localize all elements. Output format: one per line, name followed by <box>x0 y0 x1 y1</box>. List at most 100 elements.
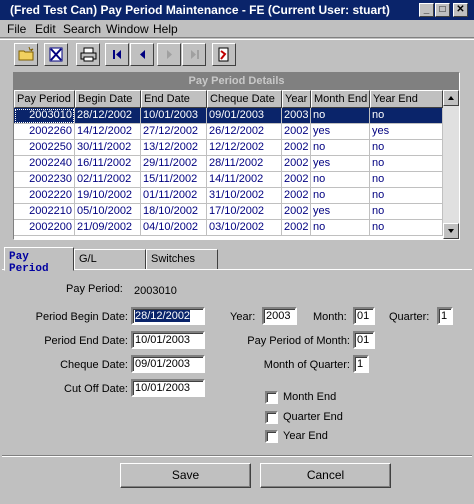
year-end-checkbox[interactable] <box>265 430 278 443</box>
print-icon[interactable] <box>76 43 100 66</box>
table-cell: 2002200 <box>14 220 75 236</box>
table-row[interactable]: 2003010 28/12/2002 10/01/2003 09/01/2003 200… <box>14 108 443 124</box>
column-header-cheque-date[interactable]: Cheque Date <box>207 90 282 108</box>
month-end-checkbox[interactable] <box>265 391 278 404</box>
window-title: (Fred Test Can) Pay Period Maintenance -… <box>10 3 390 17</box>
last-record-icon <box>182 43 206 66</box>
table-cell: 04/10/2002 <box>141 220 207 236</box>
end-date-label: Period End Date: <box>44 335 128 347</box>
minimize-button[interactable]: _ <box>419 3 434 17</box>
menu-file[interactable]: File <box>7 22 26 36</box>
table-cell: 2002240 <box>14 156 75 172</box>
table-cell: no <box>370 108 443 124</box>
first-record-icon[interactable] <box>105 43 129 66</box>
table-cell: 2002 <box>282 172 311 188</box>
table-cell: 09/01/2003 <box>207 108 282 124</box>
exit-icon[interactable] <box>212 43 236 66</box>
scroll-down-button[interactable] <box>443 223 459 239</box>
table-cell: 2002 <box>282 140 311 156</box>
table-cell: 2002 <box>282 124 311 140</box>
month-field[interactable]: 01 <box>353 307 375 325</box>
table-cell: no <box>370 172 443 188</box>
column-header-end-date[interactable]: End Date <box>141 90 207 108</box>
tab-switches[interactable]: Switches <box>146 249 218 270</box>
quarter-label: Quarter: <box>389 311 430 323</box>
month-of-quarter-field[interactable]: 1 <box>353 355 369 373</box>
table-cell: no <box>370 140 443 156</box>
table-row[interactable]: 2002240 16/11/2002 29/11/2002 28/11/2002 200… <box>14 156 443 172</box>
cheque-date-label: Cheque Date: <box>60 359 128 371</box>
grid-caption: Pay Period Details <box>14 73 459 90</box>
table-cell: 19/10/2002 <box>75 188 141 204</box>
delete-icon[interactable] <box>44 43 68 66</box>
toolbar <box>0 39 474 69</box>
column-header-month-end[interactable]: Month End <box>311 90 370 108</box>
table-cell: no <box>370 220 443 236</box>
table-row[interactable]: 2002260 14/12/2002 27/12/2002 26/12/2002 200… <box>14 124 443 140</box>
table-cell: no <box>370 204 443 220</box>
table-cell: 2002 <box>282 156 311 172</box>
table-cell: 28/12/2002 <box>75 108 141 124</box>
column-header-pay-period[interactable]: Pay Period <box>14 90 75 108</box>
table-cell: 2003010 <box>14 108 75 124</box>
pay-period-value: 2003010 <box>134 285 177 297</box>
quarter-end-checkbox[interactable] <box>265 411 278 424</box>
table-cell: 17/10/2002 <box>207 204 282 220</box>
grid-header: Pay Period Begin Date End Date Cheque Da… <box>14 90 443 108</box>
quarter-field[interactable]: 1 <box>437 307 453 325</box>
table-row[interactable]: 2002200 21/09/2002 04/10/2002 03/10/2002 200… <box>14 220 443 236</box>
pay-period-label: Pay Period: <box>66 283 123 295</box>
menu-edit[interactable]: Edit <box>35 22 56 36</box>
year-field[interactable]: 2003 <box>262 307 297 325</box>
table-cell: 15/11/2002 <box>141 172 207 188</box>
table-cell: 16/11/2002 <box>75 156 141 172</box>
table-cell: 02/11/2002 <box>75 172 141 188</box>
table-row[interactable]: 2002220 19/10/2002 01/11/2002 31/10/2002 200… <box>14 188 443 204</box>
menu-window[interactable]: Window <box>106 22 149 36</box>
begin-date-label: Period Begin Date: <box>35 311 128 323</box>
table-cell: yes <box>311 124 370 140</box>
begin-date-field[interactable]: 28/12/2002 <box>131 307 205 325</box>
menu-bar: File Edit Search Window Help <box>0 20 474 38</box>
table-cell: 29/11/2002 <box>141 156 207 172</box>
table-row[interactable]: 2002230 02/11/2002 15/11/2002 14/11/2002 200… <box>14 172 443 188</box>
save-button[interactable]: Save <box>120 463 251 488</box>
table-cell: 12/12/2002 <box>207 140 282 156</box>
pay-period-of-month-field[interactable]: 01 <box>353 331 375 349</box>
table-cell: 31/10/2002 <box>207 188 282 204</box>
cancel-button[interactable]: Cancel <box>260 463 391 488</box>
menu-help[interactable]: Help <box>153 22 178 36</box>
column-header-year-end[interactable]: Year End <box>370 90 443 108</box>
previous-record-icon[interactable] <box>130 43 154 66</box>
table-cell: 10/01/2003 <box>141 108 207 124</box>
table-cell: 2002260 <box>14 124 75 140</box>
table-cell: no <box>311 108 370 124</box>
table-cell: 27/12/2002 <box>141 124 207 140</box>
new-folder-icon[interactable] <box>14 43 38 66</box>
month-of-quarter-label: Month of Quarter: <box>263 359 350 371</box>
table-cell: 26/12/2002 <box>207 124 282 140</box>
end-date-field[interactable]: 10/01/2003 <box>131 331 205 349</box>
close-button[interactable]: ✕ <box>453 3 468 17</box>
grid-scrollbar[interactable] <box>443 90 459 239</box>
table-row[interactable]: 2002250 30/11/2002 13/12/2002 12/12/2002 200… <box>14 140 443 156</box>
table-row[interactable]: 2002210 05/10/2002 18/10/2002 17/10/2002 200… <box>14 204 443 220</box>
table-cell: 2002 <box>282 188 311 204</box>
maximize-button[interactable]: □ <box>435 3 450 17</box>
menu-search[interactable]: Search <box>63 22 101 36</box>
tab-pay-period[interactable]: Pay Period <box>4 247 74 275</box>
cutoff-date-field[interactable]: 10/01/2003 <box>131 379 205 397</box>
scroll-up-button[interactable] <box>443 90 459 106</box>
table-cell: 28/11/2002 <box>207 156 282 172</box>
cheque-date-field[interactable]: 09/01/2003 <box>131 355 205 373</box>
cutoff-date-label: Cut Off Date: <box>64 383 128 395</box>
table-cell: 14/11/2002 <box>207 172 282 188</box>
column-header-begin-date[interactable]: Begin Date <box>75 90 141 108</box>
table-cell: 18/10/2002 <box>141 204 207 220</box>
next-record-icon <box>157 43 181 66</box>
table-cell: 2002210 <box>14 204 75 220</box>
column-header-year[interactable]: Year <box>282 90 311 108</box>
table-cell: yes <box>370 124 443 140</box>
tab-gl[interactable]: G/L <box>74 249 146 270</box>
year-label: Year: <box>230 311 256 323</box>
